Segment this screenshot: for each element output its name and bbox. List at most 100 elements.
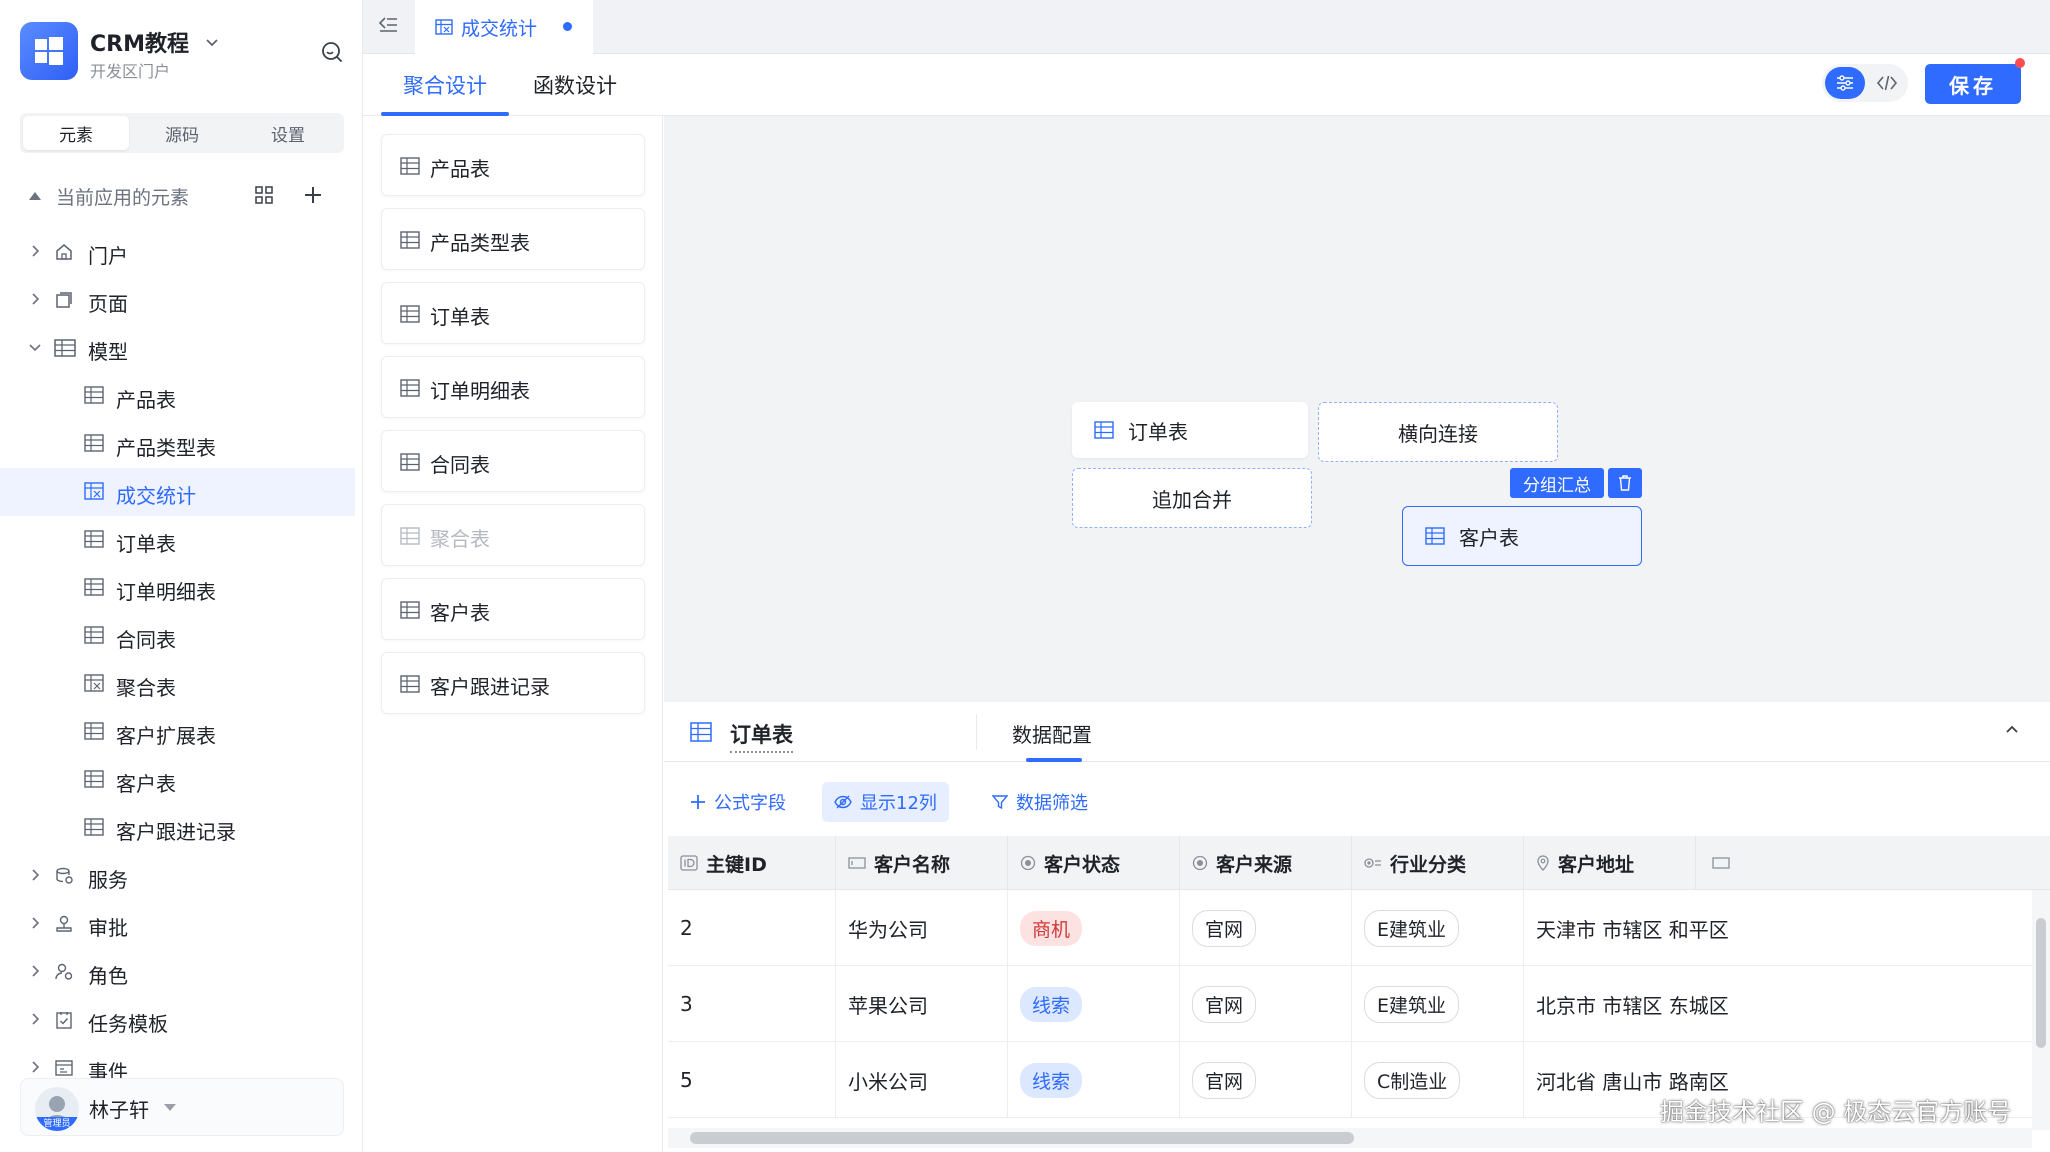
sidebar-item-product-table[interactable]: 产品表 <box>0 372 355 420</box>
table-row[interactable]: 2 华为公司 商机 官网 E建筑业 天津市 市辖区 和平区 <box>668 890 2050 966</box>
button-label: 显示12列 <box>860 793 937 814</box>
tab-data-config[interactable]: 数据配置 <box>1012 719 1092 748</box>
plus-icon[interactable] <box>302 184 324 206</box>
sidebar-item-customer-ext-table[interactable]: 客户扩展表 <box>0 708 355 756</box>
sidebar-item-customer-table[interactable]: 客户表 <box>0 756 355 804</box>
column-header-name[interactable]: 客户名称 <box>836 836 1008 890</box>
tab-function-design[interactable]: 函数设计 <box>533 70 617 100</box>
status-badge: 商机 <box>1020 910 1083 946</box>
column-header-status[interactable]: 客户状态 <box>1008 836 1180 890</box>
palette-item[interactable]: 订单表 <box>381 282 645 344</box>
node-customer-table[interactable]: 客户表 <box>1402 506 1642 566</box>
user-menu[interactable]: 管理员 林子轩 <box>20 1078 344 1136</box>
sidebar-item-portal[interactable]: 门户 <box>0 228 355 276</box>
chevron-right-icon[interactable] <box>28 964 42 978</box>
caret-up-icon[interactable] <box>28 190 42 202</box>
sidebar-item-services[interactable]: 服务 <box>0 852 355 900</box>
table-row[interactable]: 3 苹果公司 线索 官网 E建筑业 北京市 市辖区 东城区 <box>668 966 2050 1042</box>
sidebar-item-models[interactable]: 模型 <box>0 324 355 372</box>
chevron-up-icon[interactable] <box>2004 722 2020 738</box>
table-icon <box>400 527 420 545</box>
cell-address: 天津市 市辖区 和平区 <box>1536 917 1729 942</box>
app-subtitle: 开发区门户 <box>90 62 171 81</box>
sliders-icon[interactable] <box>1825 67 1865 99</box>
chevron-right-icon[interactable] <box>28 868 42 882</box>
filter-icon <box>992 794 1008 810</box>
palette-item[interactable]: 客户跟进记录 <box>381 652 645 714</box>
node-order-table[interactable]: 订单表 <box>1072 402 1308 458</box>
source-tag: 官网 <box>1192 1061 1257 1099</box>
app-header[interactable]: CRM教程 开发区门户 <box>20 22 350 98</box>
sidebar-item-order-table[interactable]: 订单表 <box>0 516 355 564</box>
scrollbar-thumb[interactable] <box>690 1132 1354 1144</box>
column-header-label: 客户来源 <box>1216 853 1293 876</box>
section-header[interactable]: 当前应用的元素 <box>28 180 338 212</box>
palette-item[interactable]: 合同表 <box>381 430 645 492</box>
add-formula-field-button[interactable]: 公式字段 <box>678 782 798 822</box>
sidebar-item-contract-table[interactable]: 合同表 <box>0 612 355 660</box>
sidebar-segment-control: 元素 源码 设置 <box>20 113 344 153</box>
cell-industry: C制造业 <box>1352 1042 1524 1118</box>
node-append-merge[interactable]: 追加合并 <box>1072 468 1312 528</box>
sidebar-item-task-templates[interactable]: 任务模板 <box>0 996 355 1044</box>
status-badge: 线索 <box>1020 986 1083 1022</box>
node-horizontal-join[interactable]: 横向连接 <box>1318 402 1558 462</box>
column-header-source[interactable]: 客户来源 <box>1180 836 1352 890</box>
tab-label: 成交统计 <box>461 17 538 40</box>
chevron-right-icon[interactable] <box>28 292 42 306</box>
search-icon[interactable] <box>320 40 344 64</box>
code-icon[interactable] <box>1870 67 1904 99</box>
data-filter-button[interactable]: 数据筛选 <box>980 782 1100 822</box>
palette-item-label: 合同表 <box>430 453 490 477</box>
group-summary-badge[interactable]: 分组汇总 <box>1510 468 1604 498</box>
show-columns-button[interactable]: 显示12列 <box>822 782 949 822</box>
sidebar-item-aggregate-table[interactable]: 聚合表 <box>0 660 355 708</box>
chevron-right-icon[interactable] <box>28 244 42 258</box>
chevron-right-icon[interactable] <box>28 1012 42 1026</box>
sidebar-item-product-type-table[interactable]: 产品类型表 <box>0 420 355 468</box>
tab-aggregate-design[interactable]: 聚合设计 <box>403 70 487 100</box>
sidebar-item-roles[interactable]: 角色 <box>0 948 355 996</box>
collapse-sidebar-icon[interactable] <box>377 14 399 36</box>
sidebar-item-pages[interactable]: 页面 <box>0 276 355 324</box>
tab-deal-stats[interactable]: 成交统计 <box>415 0 593 54</box>
palette-item[interactable]: 客户表 <box>381 578 645 640</box>
palette-item[interactable]: 产品类型表 <box>381 208 645 270</box>
segment-elements[interactable]: 元素 <box>23 116 129 150</box>
table-icon <box>400 453 420 471</box>
sidebar-item-customer-followup-table[interactable]: 客户跟进记录 <box>0 804 355 852</box>
save-button[interactable]: 保存 <box>1925 64 2021 104</box>
palette-item[interactable]: 订单明细表 <box>381 356 645 418</box>
column-header-label: 客户状态 <box>1044 853 1121 876</box>
sidebar-item-label: 客户扩展表 <box>116 724 216 748</box>
chevron-down-icon[interactable] <box>204 34 220 50</box>
horizontal-scrollbar[interactable] <box>668 1128 2032 1148</box>
palette-item-label: 产品类型表 <box>430 231 530 255</box>
grid-add-icon[interactable] <box>254 185 274 205</box>
chevron-right-icon[interactable] <box>28 916 42 930</box>
grid-header-row: 主键ID 客户名称 客户状态 客户来源 行业分类 客户地址 <box>668 836 2050 890</box>
column-header-id[interactable]: 主键ID <box>668 836 836 890</box>
segment-settings[interactable]: 设置 <box>235 116 341 150</box>
sidebar-item-label: 合同表 <box>116 628 176 652</box>
trash-icon[interactable] <box>1608 468 1642 498</box>
source-tag: 官网 <box>1192 909 1257 947</box>
vertical-scrollbar[interactable] <box>2032 890 2050 1130</box>
sidebar-item-deal-stats[interactable]: 成交统计 <box>0 468 355 516</box>
column-header-address[interactable]: 客户地址 <box>1524 836 1696 890</box>
industry-tag: C制造业 <box>1364 1061 1461 1099</box>
column-header-industry[interactable]: 行业分类 <box>1352 836 1524 890</box>
caret-down-icon[interactable] <box>163 1103 177 1113</box>
palette-item-label: 订单明细表 <box>430 379 530 403</box>
palette-item[interactable]: 产品表 <box>381 134 645 196</box>
cell-address: 北京市 市辖区 东城区 <box>1536 993 1729 1018</box>
design-canvas[interactable]: 订单表 横向连接 追加合并 分组汇总 客户表 <box>664 116 2050 702</box>
sidebar-item-approvals[interactable]: 审批 <box>0 900 355 948</box>
chevron-right-icon[interactable] <box>28 1060 42 1074</box>
segment-source[interactable]: 源码 <box>129 116 235 150</box>
chevron-down-icon[interactable] <box>28 340 42 354</box>
scrollbar-thumb[interactable] <box>2036 918 2046 1048</box>
sidebar-item-label: 审批 <box>88 916 128 940</box>
data-panel-title[interactable]: 订单表 <box>730 719 793 753</box>
sidebar-item-order-detail-table[interactable]: 订单明细表 <box>0 564 355 612</box>
